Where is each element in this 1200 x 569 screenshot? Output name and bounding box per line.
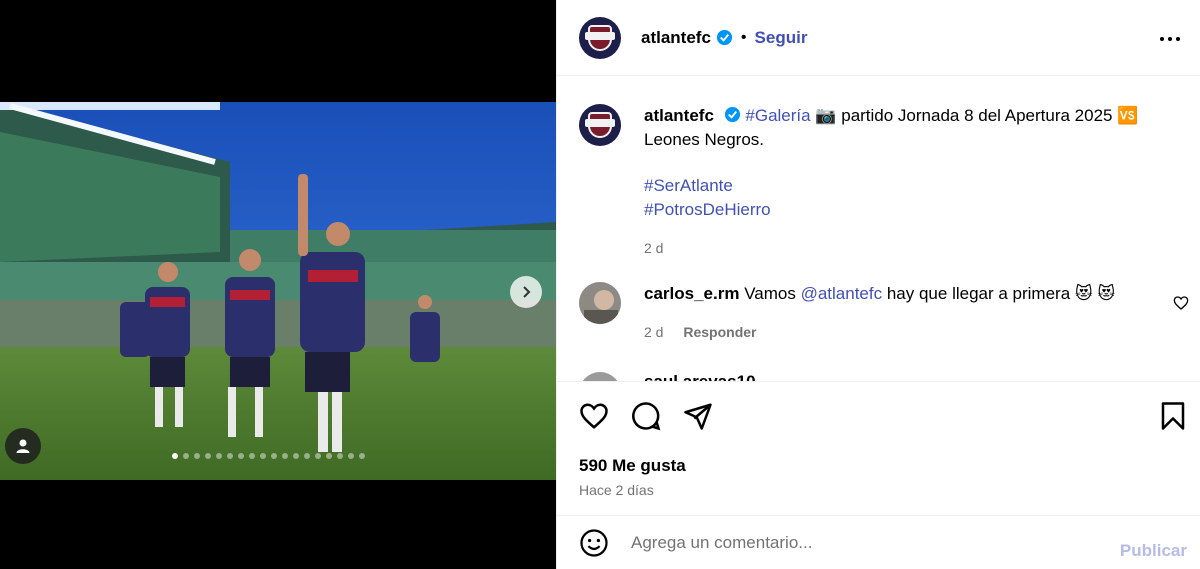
caption-text-end: Leones Negros. [644,130,765,149]
post-age: Hace 2 días [579,482,654,498]
like-icon[interactable] [579,401,609,431]
carousel-dot [194,453,200,459]
carousel-next-button[interactable] [510,276,542,308]
hashtag-galeria[interactable]: #Galería [745,106,810,125]
carousel-dot [205,453,211,459]
post-panel: atlantefc • Seguir atlantefc #Galería 📷 … [556,0,1200,569]
emoji-icon[interactable] [579,528,609,558]
share-icon[interactable] [683,401,713,431]
follow-button[interactable]: Seguir [755,28,808,48]
carousel-dot [315,453,321,459]
carousel-dot [271,453,277,459]
carousel-dots [172,453,365,459]
commenter-avatar[interactable] [579,282,621,324]
carousel-dot [337,453,343,459]
carousel-dot [260,453,266,459]
likes-count[interactable]: 590 Me gusta [579,456,686,476]
separator-dot: • [740,28,747,46]
commenter-username[interactable]: saul.arevas10 [644,372,756,381]
hashtag-seratlante[interactable]: #SerAtlante [644,174,1184,198]
carousel-dot [282,453,288,459]
profile-avatar[interactable] [579,16,621,59]
caption-avatar[interactable] [579,104,621,146]
commenter-avatar[interactable] [579,372,621,381]
comment-time: 2 d [644,324,664,340]
post-media [0,0,556,569]
comment-input[interactable] [631,533,1091,553]
carousel-dot [172,453,178,459]
comment-text-pre: Vamos [744,284,796,303]
camera-emoji: 📷 [815,106,837,125]
caption-username[interactable]: atlantefc [644,106,714,125]
vs-emoji: 🆚 [1117,106,1139,125]
more-options-icon[interactable] [1159,28,1181,50]
reply-button[interactable]: Responder [683,324,756,340]
carousel-dot [238,453,244,459]
carousel-dot [326,453,332,459]
chevron-right-icon [523,286,531,298]
comment-composer: Publicar [557,517,1200,569]
hashtag-potrosdehierro[interactable]: #PotrosDeHierro [644,198,1184,222]
tagged-users-button[interactable] [5,428,41,464]
comment-item-partial: saul.arevas10 [579,372,756,381]
comment-mention[interactable]: @atlantefc [801,284,883,303]
caption-text: partido Jornada 8 del Apertura 2025 [841,106,1113,125]
comment-icon[interactable] [631,401,661,431]
caption-time: 2 d [644,240,664,256]
caption: atlantefc #Galería 📷 partido Jornada 8 d… [579,104,1184,260]
post-header: atlantefc • Seguir [557,0,1200,76]
post-photo [0,102,556,480]
post-username[interactable]: atlantefc [641,28,711,48]
commenter-username[interactable]: carlos_e.rm [644,284,739,303]
comment-like-icon[interactable] [1173,295,1189,311]
save-icon[interactable] [1160,401,1186,431]
carousel-dot [227,453,233,459]
person-icon [16,439,30,453]
comment-item: carlos_e.rm Vamos @atlantefc hay que lle… [579,282,1179,344]
carousel-dot [348,453,354,459]
carousel-dot [359,453,365,459]
verified-badge-icon [716,29,732,46]
carousel-dot [216,453,222,459]
carousel-dot [304,453,310,459]
actions-bar: 590 Me gusta Hace 2 días [557,381,1200,516]
comment-text-post: hay que llegar a primera [886,284,1071,303]
carousel-dot [293,453,299,459]
comments-section: atlantefc #Galería 📷 partido Jornada 8 d… [557,77,1200,381]
comment-emoji: 😻 😻 [1074,284,1116,303]
publish-button[interactable]: Publicar [1120,541,1187,561]
verified-badge-icon [724,106,740,123]
carousel-dot [249,453,255,459]
carousel-dot [183,453,189,459]
